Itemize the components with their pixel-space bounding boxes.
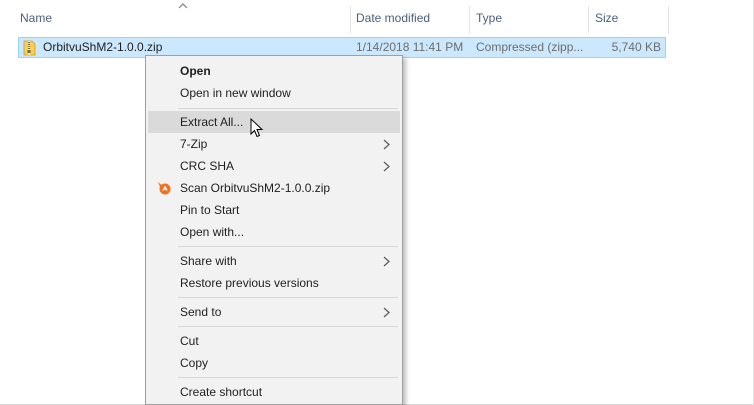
- menu-item-open-with[interactable]: Open with...: [148, 221, 400, 243]
- menu-item-cut[interactable]: Cut: [148, 330, 400, 352]
- menu-separator: [178, 108, 398, 109]
- mouse-pointer-icon: [250, 118, 264, 138]
- column-name[interactable]: Name: [14, 0, 350, 34]
- menu-separator: [178, 246, 398, 247]
- menu-item-7zip[interactable]: 7-Zip: [148, 133, 400, 155]
- file-size: 5,740 KB: [611, 40, 661, 54]
- menu-item-send-to[interactable]: Send to: [148, 301, 400, 323]
- menu-item-open[interactable]: Open: [148, 60, 400, 82]
- file-type: Compressed (zipp...: [476, 40, 584, 54]
- submenu-arrow-icon: [383, 256, 390, 267]
- menu-item-extract-all[interactable]: Extract All...: [148, 111, 400, 133]
- menu-item-label: 7-Zip: [180, 137, 208, 151]
- menu-item-restore-previous-versions[interactable]: Restore previous versions: [148, 272, 400, 294]
- column-date-modified[interactable]: Date modified: [350, 0, 468, 34]
- zip-folder-icon: [23, 40, 36, 56]
- menu-item-create-shortcut[interactable]: Create shortcut: [148, 381, 400, 403]
- submenu-arrow-icon: [383, 139, 390, 150]
- menu-item-crc-sha[interactable]: CRC SHA: [148, 155, 400, 177]
- context-menu: Open Open in new window Extract All... 7…: [145, 55, 403, 405]
- menu-separator: [178, 377, 398, 378]
- menu-item-open-new-window[interactable]: Open in new window: [148, 82, 400, 104]
- menu-separator: [178, 297, 398, 298]
- submenu-arrow-icon: [383, 161, 390, 172]
- menu-item-copy[interactable]: Copy: [148, 352, 400, 374]
- column-size[interactable]: Size: [589, 0, 667, 34]
- menu-item-scan[interactable]: Scan OrbitvuShM2-1.0.0.zip: [148, 177, 400, 199]
- menu-item-label: Send to: [180, 305, 222, 319]
- menu-item-label: Share with: [180, 254, 237, 268]
- avast-antivirus-icon: [158, 182, 171, 195]
- column-type[interactable]: Type: [470, 0, 588, 34]
- menu-separator: [178, 326, 398, 327]
- menu-item-label: CRC SHA: [180, 159, 235, 173]
- file-explorer-window: Name Date modified Type Size OrbitvuShM2…: [0, 0, 754, 405]
- menu-item-share-with[interactable]: Share with: [148, 250, 400, 272]
- column-header: Name Date modified Type Size: [0, 0, 670, 34]
- submenu-arrow-icon: [383, 307, 390, 318]
- column-divider[interactable]: [668, 6, 669, 34]
- menu-item-pin-to-start[interactable]: Pin to Start: [148, 199, 400, 221]
- menu-item-label: Scan OrbitvuShM2-1.0.0.zip: [180, 181, 331, 195]
